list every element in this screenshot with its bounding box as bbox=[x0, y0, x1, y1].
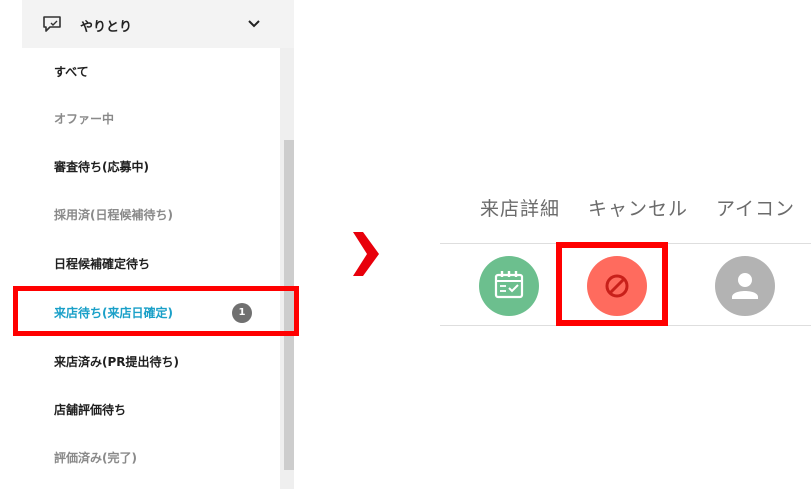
column-header-icon: アイコン bbox=[716, 198, 796, 220]
sidebar-item-label: 採用済(日程候補待ち) bbox=[54, 208, 173, 222]
sidebar-item-label: 来店済み(PR提出待ち) bbox=[54, 355, 180, 369]
visit-detail-button[interactable] bbox=[479, 256, 539, 316]
column-header-cancel: キャンセル bbox=[588, 198, 689, 220]
sidebar-item-label: オファー中 bbox=[54, 112, 115, 126]
sidebar-item-label: 審査待ち(応募中) bbox=[54, 160, 149, 174]
sidebar-item-offering[interactable]: オファー中 bbox=[22, 99, 280, 139]
calendar-check-icon bbox=[494, 271, 524, 299]
sidebar-item-label: すべて bbox=[54, 65, 89, 79]
column-header-visit-detail: 来店詳細 bbox=[480, 198, 561, 220]
sidebar-item-all[interactable]: すべて bbox=[22, 52, 280, 92]
sidebar-item-label: 評価済み(完了) bbox=[54, 451, 137, 465]
sidebar-item-label: 店舗評価待ち bbox=[54, 403, 127, 417]
user-avatar-icon bbox=[732, 273, 758, 299]
chat-bubble-icon bbox=[43, 16, 61, 32]
sidebar-item-hired[interactable]: 採用済(日程候補待ち) bbox=[22, 195, 280, 235]
sidebar-item-under-review[interactable]: 審査待ち(応募中) bbox=[22, 147, 280, 187]
chevron-down-icon[interactable] bbox=[247, 17, 261, 31]
section-header-messages[interactable]: やりとり bbox=[22, 0, 294, 48]
chevron-right-arrow-icon bbox=[353, 232, 379, 276]
sidebar-item-visited[interactable]: 来店済み(PR提出待ち) bbox=[22, 342, 280, 382]
status-list: すべて オファー中 審査待ち(応募中) 採用済(日程候補待ち) 日程候補確定待ち… bbox=[22, 48, 280, 489]
sidebar-item-completed[interactable]: 評価済み(完了) bbox=[22, 438, 280, 478]
user-avatar[interactable] bbox=[715, 256, 775, 316]
sidebar-item-label: 日程候補確定待ち bbox=[54, 257, 151, 271]
sidebar-item-schedule-pending[interactable]: 日程候補確定待ち bbox=[22, 244, 280, 284]
sidebar-item-store-review[interactable]: 店舗評価待ち bbox=[22, 390, 280, 430]
highlight-box-cancel bbox=[556, 242, 668, 326]
highlight-box-sidebar bbox=[13, 286, 299, 336]
section-title: やりとり bbox=[80, 20, 133, 35]
sidebar: やりとり すべて オファー中 審査待ち(応募中) 採用済(日程候補待ち) 日程候… bbox=[22, 0, 294, 489]
